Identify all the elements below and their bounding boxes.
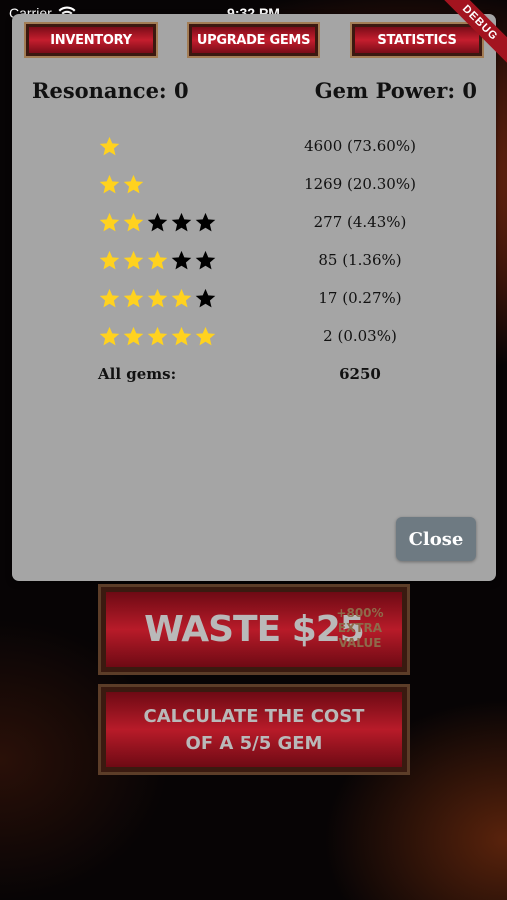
all-gems-row: All gems: 6250 bbox=[98, 363, 438, 389]
calculate-cost-label: CALCULATE THE COST OF A 5/5 GEM bbox=[143, 705, 365, 754]
star-filled-icon bbox=[195, 326, 216, 346]
star-rating bbox=[98, 325, 217, 349]
star-empty-icon bbox=[195, 250, 216, 270]
star-rating bbox=[98, 135, 121, 159]
star-filled-icon bbox=[123, 326, 144, 346]
gem-count: 17 (0.27%) bbox=[318, 289, 402, 307]
star-filled-icon bbox=[99, 212, 120, 232]
stat-row: 277 (4.43%) bbox=[98, 211, 438, 237]
gem-count: 85 (1.36%) bbox=[318, 251, 402, 269]
stat-row: 2 (0.03%) bbox=[98, 325, 438, 351]
star-filled-icon bbox=[99, 326, 120, 346]
statistics-dialog: INVENTORY UPGRADE GEMS STATISTICS Resona… bbox=[12, 14, 496, 581]
resonance-value: Resonance: 0 bbox=[32, 78, 189, 103]
star-empty-icon bbox=[171, 212, 192, 232]
all-gems-value: 6250 bbox=[339, 365, 381, 383]
stat-row: 17 (0.27%) bbox=[98, 287, 438, 313]
tab-inventory[interactable]: INVENTORY bbox=[24, 22, 158, 58]
star-empty-icon bbox=[147, 212, 168, 232]
gem-count: 4600 (73.60%) bbox=[304, 137, 416, 155]
star-filled-icon bbox=[171, 326, 192, 346]
star-filled-icon bbox=[123, 288, 144, 308]
star-filled-icon bbox=[171, 288, 192, 308]
gem-count: 2 (0.03%) bbox=[323, 327, 397, 345]
tab-statistics[interactable]: STATISTICS bbox=[350, 22, 484, 58]
star-empty-icon bbox=[195, 288, 216, 308]
star-filled-icon bbox=[99, 136, 120, 156]
gem-count: 277 (4.43%) bbox=[313, 213, 407, 231]
star-filled-icon bbox=[147, 250, 168, 270]
star-filled-icon bbox=[147, 288, 168, 308]
star-filled-icon bbox=[99, 174, 120, 194]
star-rating bbox=[98, 249, 217, 273]
waste-button[interactable]: WASTE $25 +800% EXTRA VALUE bbox=[98, 584, 410, 675]
close-button[interactable]: Close bbox=[396, 517, 476, 561]
star-rating bbox=[98, 211, 217, 235]
summary: Resonance: 0 Gem Power: 0 bbox=[32, 78, 477, 108]
star-filled-icon bbox=[99, 250, 120, 270]
star-filled-icon bbox=[123, 250, 144, 270]
star-empty-icon bbox=[195, 212, 216, 232]
star-filled-icon bbox=[123, 174, 144, 194]
star-filled-icon bbox=[123, 212, 144, 232]
star-filled-icon bbox=[147, 326, 168, 346]
gem-count: 1269 (20.30%) bbox=[304, 175, 416, 193]
star-empty-icon bbox=[171, 250, 192, 270]
gem-power-value: Gem Power: 0 bbox=[314, 78, 477, 103]
tab-upgrade-gems[interactable]: UPGRADE GEMS bbox=[187, 22, 320, 58]
stat-row: 85 (1.36%) bbox=[98, 249, 438, 275]
stat-row: 4600 (73.60%) bbox=[98, 135, 438, 161]
star-rating bbox=[98, 287, 217, 311]
all-gems-label: All gems: bbox=[98, 365, 177, 383]
star-filled-icon bbox=[99, 288, 120, 308]
star-rating bbox=[98, 173, 145, 197]
stat-row: 1269 (20.30%) bbox=[98, 173, 438, 199]
extra-value-label: +800% EXTRA VALUE bbox=[336, 606, 384, 650]
tab-bar: INVENTORY UPGRADE GEMS STATISTICS bbox=[12, 22, 496, 62]
calculate-cost-button[interactable]: CALCULATE THE COST OF A 5/5 GEM bbox=[98, 684, 410, 775]
